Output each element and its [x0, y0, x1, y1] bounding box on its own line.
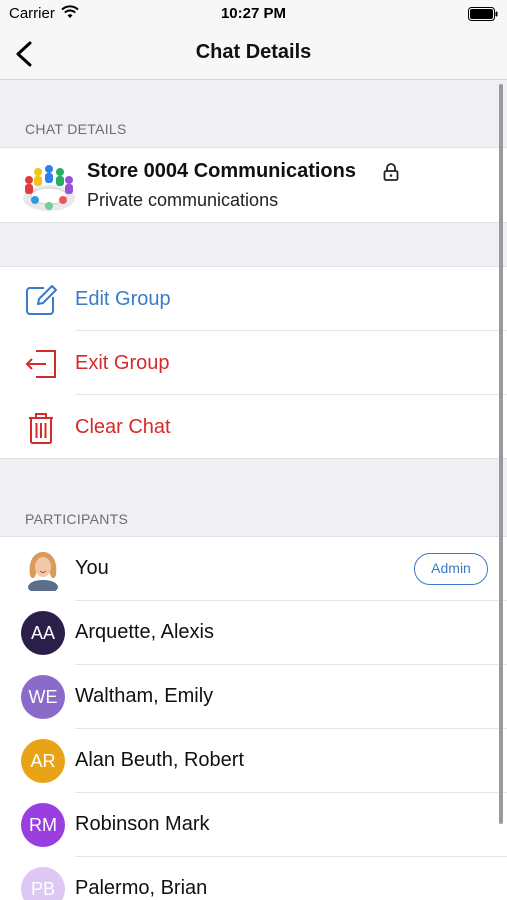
participants-list: You Admin AA Arquette, Alexis WE Waltham… [0, 536, 507, 900]
group-actions: Edit Group Exit Group Clear Chat [0, 266, 507, 459]
exit-group-button[interactable]: Exit Group [0, 331, 507, 395]
exit-group-label: Exit Group [75, 352, 170, 374]
participant-row[interactable]: PB Palermo, Brian [0, 857, 507, 900]
battery-icon [468, 7, 498, 21]
avatar: AA [21, 611, 65, 655]
scrollbar[interactable] [499, 84, 503, 824]
avatar: PB [21, 867, 65, 900]
lock-icon [383, 163, 399, 181]
chat-description: Private communications [87, 190, 279, 210]
participant-row[interactable]: RM Robinson Mark [0, 793, 507, 857]
avatar [28, 552, 58, 591]
clear-chat-button[interactable]: Clear Chat [0, 395, 507, 459]
chat-details-header: CHAT DETAILS [25, 121, 127, 137]
participant-name: Waltham, Emily [75, 685, 214, 707]
participant-name: Alan Beuth, Robert [75, 749, 244, 771]
exit-icon [25, 350, 56, 378]
participant-name: Arquette, Alexis [75, 621, 214, 643]
participant-row[interactable]: You Admin [0, 537, 507, 601]
clear-chat-label: Clear Chat [75, 416, 171, 438]
participant-row[interactable]: WE Waltham, Emily [0, 665, 507, 729]
participant-name: Palermo, Brian [75, 877, 208, 899]
admin-badge: Admin [414, 553, 488, 585]
navigation-bar: Chat Details [0, 28, 507, 80]
avatar: WE [21, 675, 65, 719]
chat-info-card[interactable]: Store 0004 Communications Private commun… [0, 147, 507, 223]
status-bar: Carrier 10:27 PM [0, 0, 507, 28]
participant-name: You [75, 557, 109, 579]
group-avatar [23, 165, 75, 211]
chat-name: Store 0004 Communications [87, 160, 356, 182]
edit-group-label: Edit Group [75, 288, 171, 310]
page-title: Chat Details [195, 41, 312, 63]
trash-icon [29, 413, 53, 444]
status-time: 10:27 PM [220, 5, 287, 22]
avatar: AR [21, 739, 65, 783]
participants-header: PARTICIPANTS [25, 511, 129, 527]
edit-icon [26, 285, 57, 315]
edit-group-button[interactable]: Edit Group [0, 267, 507, 331]
avatar: RM [21, 803, 65, 847]
participant-row[interactable]: AA Arquette, Alexis [0, 601, 507, 665]
participant-name: Robinson Mark [75, 813, 210, 835]
participant-row[interactable]: AR Alan Beuth, Robert [0, 729, 507, 793]
